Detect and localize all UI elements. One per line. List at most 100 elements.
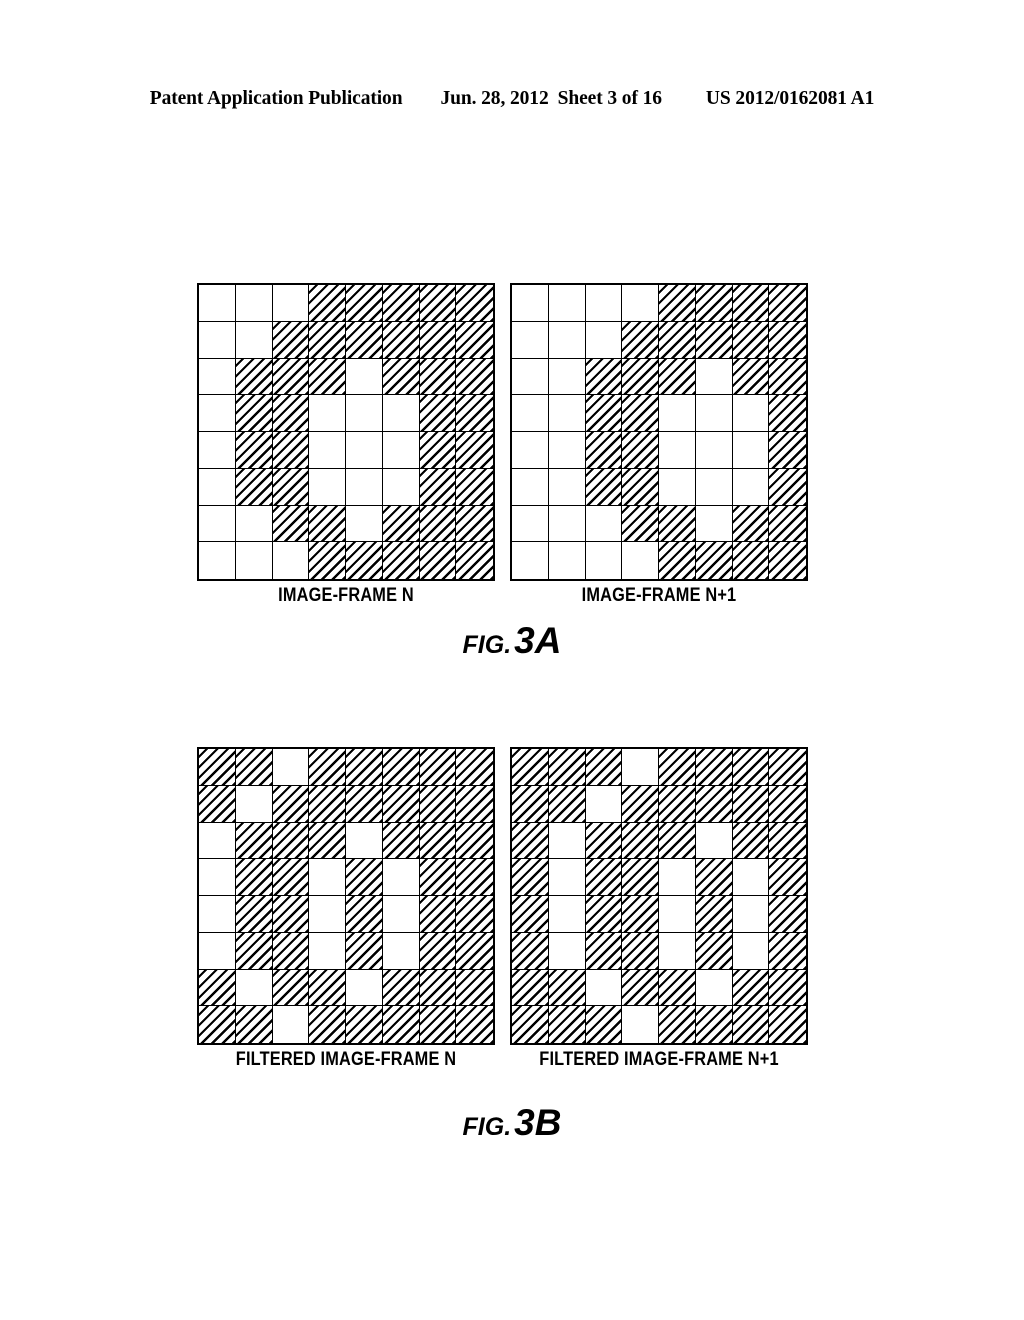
- pixel-cell: [419, 358, 457, 396]
- pixel-cell: [199, 749, 236, 786]
- figure-3b-grid-row: FILTERED IMAGE-FRAME N FILTERED IMAGE-FR…: [0, 747, 1024, 1070]
- pixel-cell: [769, 432, 806, 469]
- pixel-cell: [199, 321, 236, 359]
- pixel-cell: [235, 468, 273, 506]
- pixel-cell: [732, 749, 770, 786]
- pixel-cell: [309, 785, 346, 823]
- pixel-cell: [382, 859, 420, 896]
- pixel-cell: [272, 859, 310, 896]
- pixel-cell: [235, 1006, 273, 1043]
- pixel-cell: [622, 1006, 659, 1043]
- pixel-cell: [548, 358, 586, 396]
- pixel-cell: [235, 395, 273, 432]
- pixel-cell: [732, 285, 770, 322]
- pixel-cell: [272, 822, 310, 860]
- pixel-cell: [622, 358, 659, 396]
- pixel-cell: [272, 896, 310, 933]
- pixel-cell: [199, 542, 236, 579]
- pixel-cell: [585, 505, 623, 543]
- pixel-cell: [382, 896, 420, 933]
- pixel-cell: [309, 896, 346, 933]
- pixel-cell: [382, 432, 420, 469]
- pixel-cell: [622, 822, 659, 860]
- figure-3b-label-word: FIG.: [462, 1113, 512, 1141]
- pixel-cell: [659, 859, 696, 896]
- pixel-cell: [622, 542, 659, 579]
- figure-3a-label-number: 3A: [514, 620, 562, 661]
- pixel-cell: [272, 468, 310, 506]
- pixel-cell: [199, 285, 236, 322]
- pixel-cell: [622, 468, 659, 506]
- pixel-cell: [585, 285, 623, 322]
- pixel-cell: [199, 822, 236, 860]
- pixel-cell: [382, 395, 420, 432]
- pixel-cell: [419, 749, 457, 786]
- pixel-cell: [512, 505, 549, 543]
- pixel-cell: [382, 468, 420, 506]
- pixel-cell: [309, 822, 346, 860]
- pixel-cell: [456, 432, 493, 469]
- pixel-cell: [456, 932, 493, 970]
- pixel-cell: [346, 395, 383, 432]
- pixel-cell: [659, 542, 696, 579]
- pixel-cell: [419, 432, 457, 469]
- pixel-cell: [695, 285, 733, 322]
- pixel-cell: [622, 395, 659, 432]
- pixel-cell: [732, 969, 770, 1007]
- pixel-cell: [512, 785, 549, 823]
- pixel-cell: [419, 542, 457, 579]
- pixel-cell: [585, 969, 623, 1007]
- pixel-cell: [512, 749, 549, 786]
- pixel-cell: [585, 395, 623, 432]
- pixel-cell: [346, 785, 383, 823]
- pixel-cell: [695, 749, 733, 786]
- pixel-cell: [732, 1006, 770, 1043]
- pixel-cell: [272, 1006, 310, 1043]
- header-publication-date: Jun. 28, 2012: [440, 88, 549, 109]
- pixel-cell: [309, 749, 346, 786]
- figure-3b: FILTERED IMAGE-FRAME N FILTERED IMAGE-FR…: [0, 747, 1024, 1143]
- pixel-cell: [346, 468, 383, 506]
- pixel-cell: [346, 358, 383, 396]
- pixel-cell: [309, 542, 346, 579]
- pixel-cell: [548, 505, 586, 543]
- pixel-cell: [548, 1006, 586, 1043]
- pixel-cell: [769, 749, 806, 786]
- figure-3b-label-number: 3B: [514, 1102, 562, 1143]
- pixel-cell: [585, 896, 623, 933]
- pixel-cell: [272, 505, 310, 543]
- pixel-cell: [346, 749, 383, 786]
- pixel-cell: [622, 432, 659, 469]
- pixel-cell: [199, 395, 236, 432]
- pixel-cell: [695, 896, 733, 933]
- pixel-cell: [272, 432, 310, 469]
- pixel-cell: [382, 969, 420, 1007]
- pixel-cell: [235, 896, 273, 933]
- pixel-cell: [622, 785, 659, 823]
- pixel-cell: [695, 785, 733, 823]
- pixel-cell: [548, 822, 586, 860]
- pixel-cell: [199, 859, 236, 896]
- pixel-cell: [512, 358, 549, 396]
- pixel-cell: [199, 896, 236, 933]
- pixel-cell: [769, 542, 806, 579]
- pixel-cell: [732, 822, 770, 860]
- pixel-cell: [512, 542, 549, 579]
- pixel-cell: [732, 896, 770, 933]
- pixel-cell: [456, 749, 493, 786]
- pixel-cell: [456, 859, 493, 896]
- pixel-cell: [659, 432, 696, 469]
- pixel-cell: [622, 932, 659, 970]
- pixel-cell: [346, 505, 383, 543]
- pixel-cell: [309, 321, 346, 359]
- pixel-cell: [346, 896, 383, 933]
- pixel-cell: [382, 542, 420, 579]
- pixel-cell: [382, 1006, 420, 1043]
- pixel-cell: [456, 468, 493, 506]
- pixel-cell: [659, 395, 696, 432]
- pixel-cell: [548, 432, 586, 469]
- pixel-cell: [419, 822, 457, 860]
- pixel-cell: [695, 822, 733, 860]
- pixel-cell: [346, 969, 383, 1007]
- pixel-cell: [769, 321, 806, 359]
